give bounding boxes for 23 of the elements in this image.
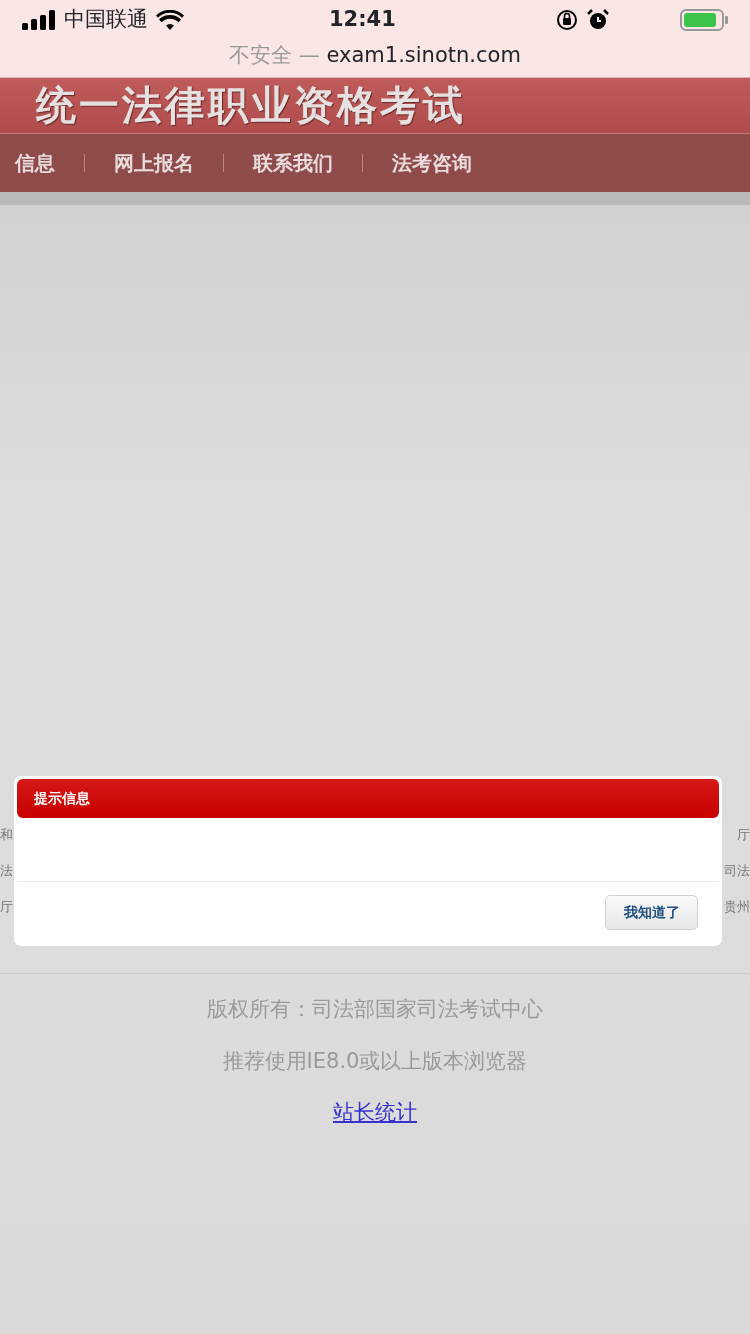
rotation-lock-icon	[555, 9, 578, 31]
nav-link[interactable]: 联系我们	[224, 154, 363, 172]
footer-link[interactable]: 法	[0, 853, 13, 889]
nav-link[interactable]: 网上报名	[85, 154, 224, 172]
browser-note: 推荐使用IE8.0或以上版本浏览器	[222, 1047, 528, 1075]
site-title: 统一法律职业资格考试	[36, 82, 466, 128]
footer-link[interactable]: 厅	[0, 889, 13, 925]
nav-link[interactable]: 信息	[0, 154, 85, 172]
footer-link[interactable]: 和	[0, 817, 13, 853]
dialog-title: 提示信息	[17, 779, 719, 818]
stats-link[interactable]: 站长统计	[333, 1097, 417, 1129]
clock-time: 12:41	[329, 6, 396, 34]
nav-link[interactable]: 法考咨询	[363, 154, 501, 172]
footer-link[interactable]: 厅	[737, 817, 750, 853]
footer-link[interactable]: 贵州	[724, 889, 750, 925]
ok-button[interactable]: 我知道了	[605, 895, 698, 930]
alarm-icon	[585, 8, 610, 32]
copyright-text: 版权所有：司法部国家司法考试中心	[207, 996, 543, 1023]
wifi-icon	[156, 10, 184, 30]
footer-link[interactable]: 司法	[724, 853, 750, 889]
battery-icon	[680, 9, 728, 31]
signal-icon	[22, 10, 56, 30]
carrier-name: 中国联通	[64, 6, 148, 34]
